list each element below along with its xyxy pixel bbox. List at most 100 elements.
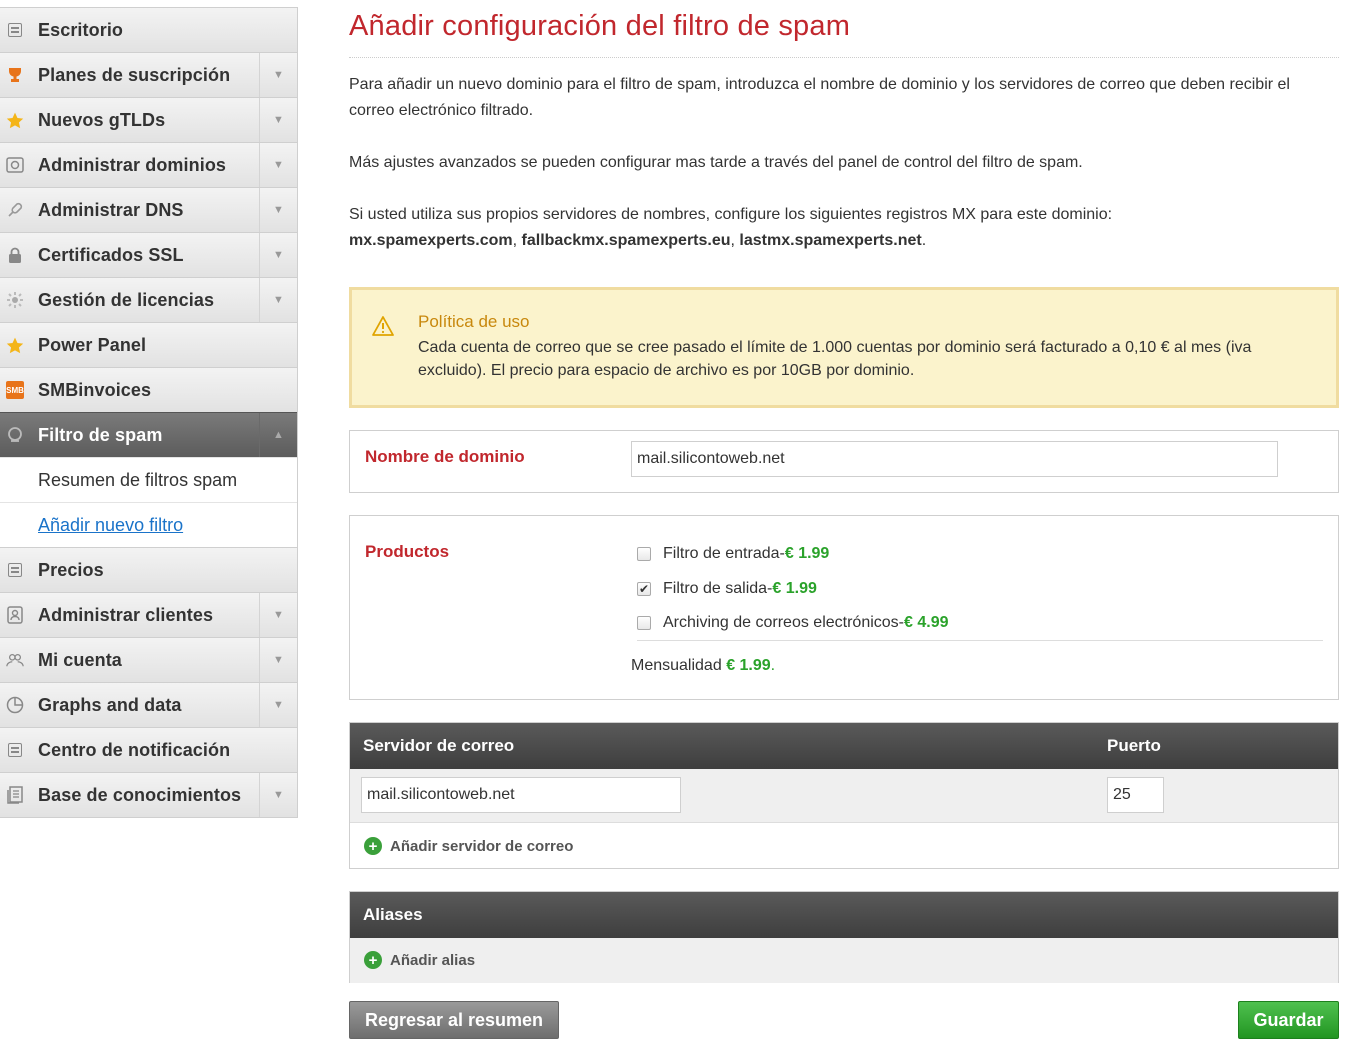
product-name: Filtro de entrada	[663, 544, 780, 562]
chevron-down-icon[interactable]: ▼	[259, 143, 297, 187]
chevron-down-icon[interactable]: ▼	[259, 53, 297, 97]
sidebar-item-label: Administrar clientes	[38, 604, 214, 625]
chevron-down-icon[interactable]: ▼	[259, 188, 297, 232]
sidebar-item-filtro-spam[interactable]: Filtro de spam ▲	[0, 412, 297, 457]
sidebar-item-licencias[interactable]: Gestión de licencias ▼	[0, 277, 297, 322]
usage-policy-alert: Política de uso Cada cuenta de correo qu…	[349, 287, 1339, 408]
monthly-value: € 1.99	[726, 657, 771, 674]
sidebar-item-label: Gestión de licencias	[38, 289, 215, 310]
alert-text: Cada cuenta de correo que se cree pasado…	[418, 339, 1252, 379]
mx-record-1: mx.spamexperts.com	[349, 232, 513, 249]
checkbox-filtro-entrada[interactable]	[637, 546, 651, 561]
sidebar-item-label: Mi cuenta	[38, 649, 122, 670]
sidebar-subitem-anadir-filtro[interactable]: Añadir nuevo filtro	[0, 502, 297, 547]
chevron-down-icon[interactable]: ▼	[259, 278, 297, 322]
domain-icon	[6, 156, 24, 174]
sidebar-item-smbinvoices[interactable]: SMB SMBinvoices	[0, 367, 297, 412]
chevron-up-icon[interactable]: ▲	[259, 413, 297, 457]
sidebar-item-label: Centro de notificación	[38, 739, 231, 760]
product-row-entrada: Filtro de entrada - € 1.99	[637, 536, 1323, 571]
smb-icon: SMB	[6, 381, 24, 399]
mail-servers-header: Servidor de correo Puerto	[350, 723, 1338, 769]
add-icon: +	[364, 837, 382, 855]
license-icon	[6, 291, 24, 309]
chevron-down-icon[interactable]: ▼	[259, 98, 297, 142]
col-server: Servidor de correo	[363, 736, 515, 755]
checkbox-filtro-salida[interactable]: ✔	[637, 581, 651, 596]
add-alias-link[interactable]: + Añadir alias	[364, 951, 475, 969]
sidebar-item-mi-cuenta[interactable]: Mi cuenta ▼	[0, 637, 297, 682]
add-mail-server-link[interactable]: + Añadir servidor de correo	[364, 837, 573, 855]
chevron-down-icon[interactable]: ▼	[259, 233, 297, 277]
domain-label: Nombre de dominio	[365, 447, 525, 466]
sidebar-item-escritorio[interactable]: Escritorio	[0, 7, 297, 52]
mx-intro: Si usted utiliza sus propios servidores …	[349, 206, 1113, 223]
chevron-down-icon[interactable]: ▼	[259, 593, 297, 637]
sidebar-item-power-panel[interactable]: Power Panel	[0, 322, 297, 367]
sidebar-item-precios[interactable]: Precios	[0, 547, 297, 592]
domain-input[interactable]: mail.silicontoweb.net	[631, 441, 1278, 477]
port-input[interactable]: 25	[1107, 777, 1164, 813]
sidebar-subitem-resumen[interactable]: Resumen de filtros spam	[0, 457, 297, 502]
sidebar-item-label: Precios	[38, 559, 104, 580]
sidebar-item-label: Certificados SSL	[38, 244, 184, 265]
spam-filter-icon	[6, 426, 24, 444]
sidebar-item-label: Base de conocimientos	[38, 784, 242, 805]
page-title: Añadir configuración del filtro de spam	[349, 10, 1339, 58]
star-icon	[6, 111, 24, 129]
warning-icon	[372, 316, 394, 383]
sidebar-item-label: Nuevos gTLDs	[38, 109, 166, 130]
trophy-icon	[6, 66, 24, 84]
advanced-settings-text: Más ajustes avanzados se pueden configur…	[349, 154, 1083, 171]
table-row: mail.silicontoweb.net 25	[350, 769, 1338, 823]
sidebar-item-dns[interactable]: Administrar DNS ▼	[0, 187, 297, 232]
sidebar-nav: Escritorio Planes de suscripción ▼ Nuevo…	[0, 7, 298, 818]
sidebar-item-label: Administrar DNS	[38, 199, 184, 220]
product-row-salida: ✔ Filtro de salida - € 1.99	[637, 579, 817, 597]
sidebar-item-label: Power Panel	[38, 334, 147, 355]
sidebar-item-label: SMBinvoices	[38, 379, 152, 400]
product-price: € 4.99	[904, 614, 949, 631]
pricing-icon	[6, 561, 24, 579]
mx-records-text: Si usted utiliza sus propios servidores …	[349, 206, 1113, 249]
mail-server-input[interactable]: mail.silicontoweb.net	[361, 777, 681, 813]
clients-icon	[6, 606, 24, 624]
sidebar-item-gtlds[interactable]: Nuevos gTLDs ▼	[0, 97, 297, 142]
product-name: Filtro de salida	[663, 579, 768, 597]
notification-icon	[6, 741, 24, 759]
aliases-body: + Añadir alias	[350, 938, 1338, 983]
chevron-down-icon[interactable]: ▼	[259, 773, 297, 817]
lock-icon	[6, 246, 24, 264]
save-button[interactable]: Guardar	[1238, 1001, 1339, 1039]
chevron-down-icon[interactable]: ▼	[259, 683, 297, 727]
sidebar-item-dominios[interactable]: Administrar dominios ▼	[0, 142, 297, 187]
add-mail-server-label: Añadir servidor de correo	[390, 837, 574, 855]
product-price: € 1.99	[784, 544, 830, 562]
products-list: Filtro de entrada - € 1.99 ✔ Filtro de s…	[637, 536, 1323, 641]
aliases-header: Aliases	[350, 892, 1338, 938]
sidebar-item-label: Filtro de spam	[38, 424, 163, 445]
sidebar-item-label: Planes de suscripción	[38, 64, 231, 85]
back-to-summary-button[interactable]: Regresar al resumen	[349, 1001, 559, 1039]
monthly-label: Mensualidad	[631, 657, 722, 674]
product-row-archiving: Archiving de correos electrónicos - € 4.…	[637, 606, 1323, 641]
sidebar-item-planes[interactable]: Planes de suscripción ▼	[0, 52, 297, 97]
sidebar-item-ssl[interactable]: Certificados SSL ▼	[0, 232, 297, 277]
products-panel: Productos Filtro de entrada - € 1.99 ✔ F…	[349, 515, 1339, 700]
chevron-down-icon[interactable]: ▼	[259, 638, 297, 682]
sidebar-item-conocimientos[interactable]: Base de conocimientos ▼	[0, 772, 297, 817]
sidebar-bottom-group: Precios Administrar clientes ▼ Mi cuenta…	[0, 547, 297, 818]
knowledge-icon	[6, 786, 24, 804]
col-port: Puerto	[1107, 736, 1161, 755]
sidebar-item-clientes[interactable]: Administrar clientes ▼	[0, 592, 297, 637]
add-alias-label: Añadir alias	[390, 951, 476, 969]
checkbox-archiving[interactable]	[637, 616, 651, 630]
dns-icon	[6, 201, 24, 219]
sidebar-item-label: Administrar dominios	[38, 154, 227, 175]
sidebar-item-label: Escritorio	[38, 19, 124, 40]
sidebar-item-notificacion[interactable]: Centro de notificación	[0, 727, 297, 772]
mx-record-2: fallbackmx.spamexperts.eu	[521, 232, 731, 249]
products-label: Productos	[365, 542, 450, 561]
account-icon	[6, 651, 24, 669]
sidebar-item-graphs[interactable]: Graphs and data ▼	[0, 682, 297, 727]
